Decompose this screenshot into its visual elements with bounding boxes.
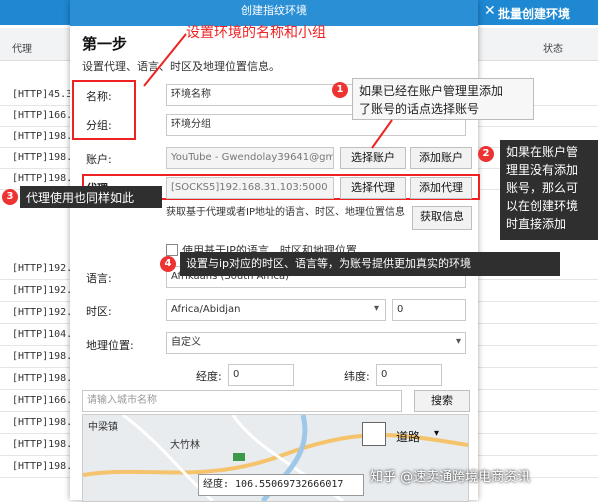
proxy-cell: [HTTP]198.1	[12, 461, 79, 472]
timezone-offset-field[interactable]: 0	[392, 299, 466, 321]
add-account-button[interactable]: 添加账户	[410, 147, 472, 169]
annotation-title-note: 设置环境的名称和小组	[186, 25, 326, 41]
latitude-field[interactable]: 0	[376, 364, 442, 386]
proxy-cell: [HTTP]198.1	[12, 131, 79, 142]
annotation-note-4: 设置与ip对应的时区、语言等，为账号提供更加真实的环境	[180, 252, 560, 276]
map-coordinate-readout: 经度: 106.55069732666017	[198, 474, 364, 496]
chevron-down-icon[interactable]: ▾	[374, 303, 379, 314]
proxy-cell: [HTTP]198.1	[12, 152, 79, 163]
proxy-cell: [HTTP]104.1	[12, 329, 79, 340]
group-label: 分组:	[86, 119, 112, 132]
city-search-input[interactable]: 请输入城市名称	[82, 390, 402, 412]
annotation-number-4: 4	[160, 256, 176, 272]
latitude-label: 纬度:	[344, 370, 370, 383]
use-ip-checkbox[interactable]	[166, 244, 178, 256]
chevron-down-icon[interactable]: ▾	[456, 336, 461, 347]
proxy-cell: [HTTP]198.1	[12, 351, 79, 362]
map-place-label: 大竹林	[170, 440, 200, 451]
annotation-note-3: 代理使用也同样如此	[20, 186, 162, 208]
annotation-note-2: 如果在账户管 理里没有添加 账号，那么可 以在创建环境 时直接添加	[500, 140, 598, 240]
get-info-button[interactable]: 获取信息	[412, 206, 472, 230]
step-heading: 第一步	[82, 35, 128, 53]
add-proxy-button[interactable]: 添加代理	[410, 177, 472, 199]
longitude-label: 经度:	[196, 370, 222, 383]
map-layer-icon[interactable]	[362, 422, 386, 446]
proxy-cell: [HTTP]198.1	[12, 417, 79, 428]
chevron-down-icon[interactable]: ▾	[434, 428, 439, 439]
column-header-proxy: 代理	[12, 44, 32, 55]
account-label: 账户:	[86, 153, 112, 166]
annotation-note-1-line: 如果已经在账户管理里添加	[359, 84, 504, 98]
map-place-label: 中梁镇	[88, 422, 118, 433]
proxy-cell: [HTTP]166.8	[12, 110, 79, 121]
proxy-cell: [HTTP]192.0	[12, 307, 79, 318]
batch-create-button[interactable]: 批量创建环境	[498, 5, 570, 22]
search-button[interactable]: 搜索	[414, 390, 470, 412]
geolocation-select[interactable]: 自定义	[166, 332, 466, 354]
proxy-cell: [HTTP]198.1	[12, 373, 79, 384]
geolocation-label: 地理位置:	[86, 339, 134, 352]
proxy-cell: [HTTP]166.8	[12, 395, 79, 406]
account-field[interactable]: YouTube - Gwendolay39641@gmail.	[166, 147, 334, 169]
annotation-number-3: 3	[2, 189, 18, 205]
proxy-cell: [HTTP]45.39	[12, 89, 79, 100]
close-icon[interactable]: ✕	[484, 3, 496, 19]
annotation-note-1-line: 了账号的话点选择账号	[359, 102, 480, 116]
timezone-select[interactable]: Africa/Abidjan	[166, 299, 386, 321]
proxy-cell: [HTTP]198.1	[12, 173, 79, 184]
annotation-note-2-line: 以在创建环境	[506, 199, 579, 213]
proxy-info-text: 获取基于代理或者IP地址的语言、时区、地理位置信息	[166, 207, 405, 218]
arrow-icon	[143, 33, 187, 87]
annotation-note-2-line: 理里没有添加	[506, 163, 579, 177]
proxy-cell: [HTTP]192.0	[12, 263, 79, 274]
annotation-note-2-line: 如果在账户管	[506, 145, 579, 159]
select-proxy-button[interactable]: 选择代理	[340, 177, 406, 199]
annotation-note-2-line: 账号，那么可	[506, 181, 579, 195]
language-label: 语言:	[86, 272, 112, 285]
proxy-cell: [HTTP]198.1	[12, 439, 79, 450]
longitude-field[interactable]: 0	[228, 364, 294, 386]
proxy-cell: [HTTP]192.0	[12, 285, 79, 296]
annotation-number-1: 1	[332, 82, 348, 98]
map-layer-select[interactable]: 道路	[396, 428, 420, 445]
watermark: 知乎 @速卖通跨境电商资讯	[370, 470, 531, 485]
name-label: 名称:	[86, 90, 112, 103]
proxy-field[interactable]: [SOCKS5]192.168.31.103:5000	[166, 177, 334, 199]
annotation-number-2: 2	[478, 146, 494, 162]
annotation-note-1: 如果已经在账户管理里添加 了账号的话点选择账号	[352, 78, 534, 120]
timezone-label: 时区:	[86, 305, 112, 318]
column-header-status: 状态	[543, 44, 563, 55]
annotation-note-2-line: 时直接添加	[506, 217, 567, 231]
arrow-icon	[371, 119, 393, 149]
